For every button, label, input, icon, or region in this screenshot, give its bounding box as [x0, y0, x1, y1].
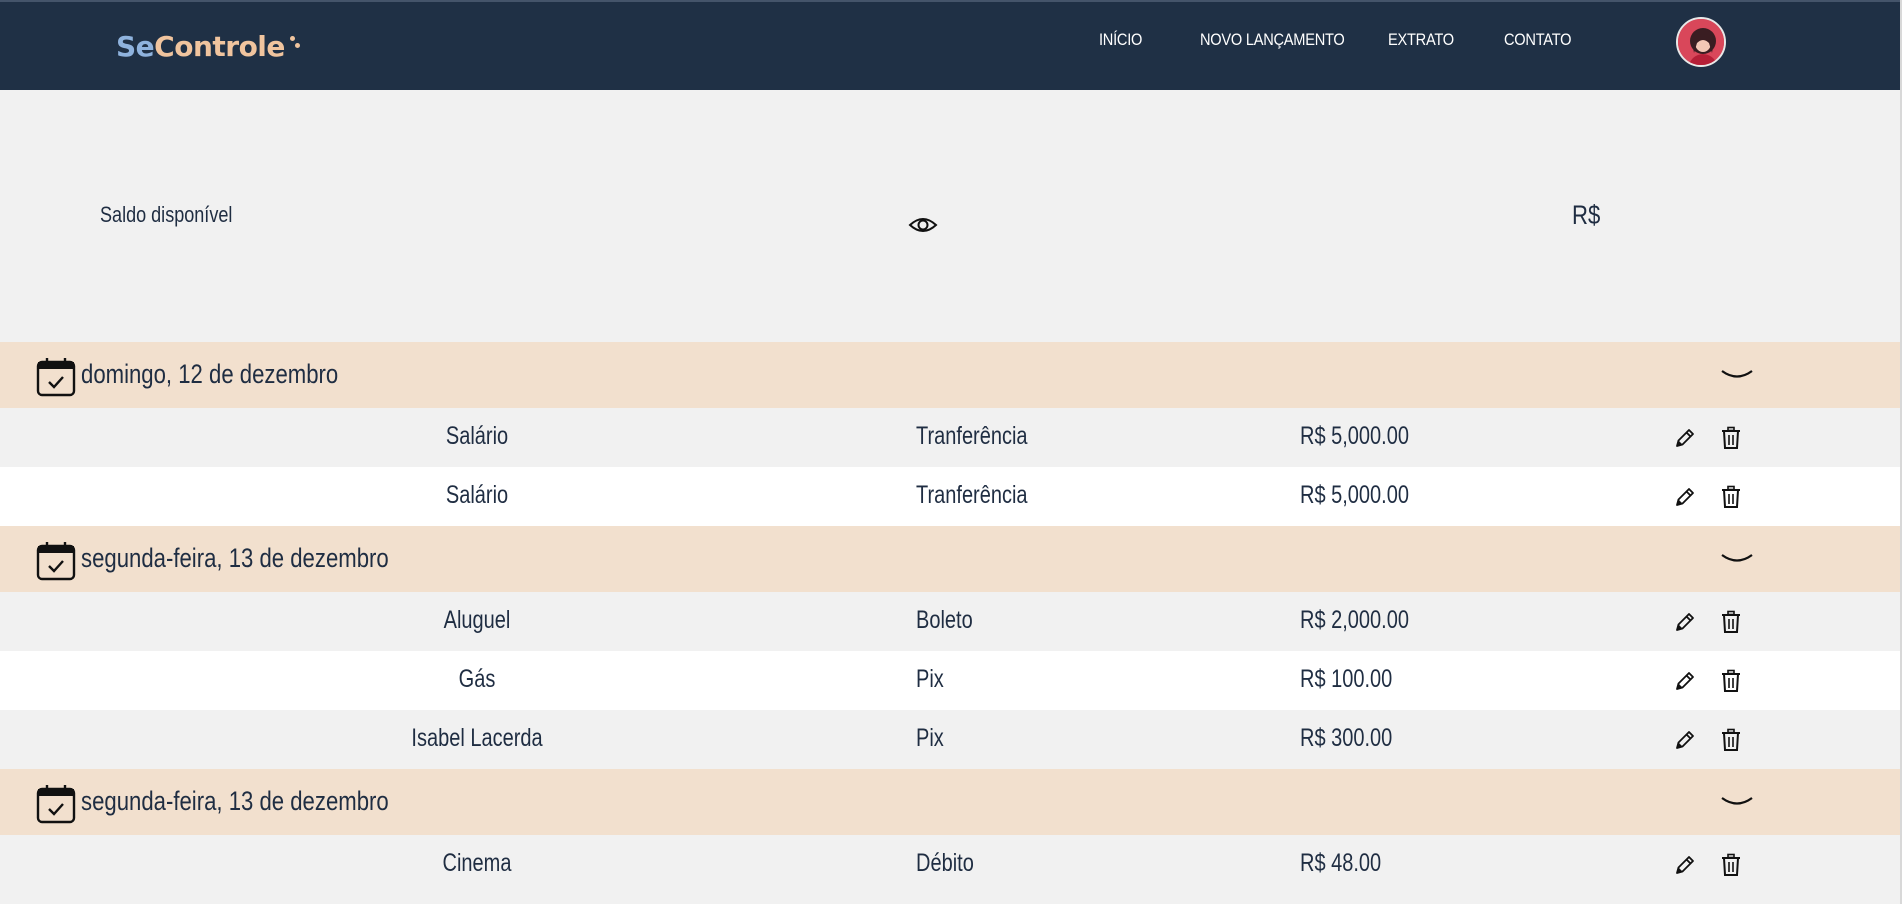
transaction-method: Tranferência — [916, 422, 1028, 450]
pencil-icon — [1676, 613, 1694, 631]
edit-transaction-button[interactable] — [1673, 728, 1697, 752]
pencil-icon — [1676, 856, 1694, 874]
delete-transaction-button[interactable] — [1720, 669, 1742, 693]
top-navbar: Se Controle INÍCIO NOVO LANÇAMENTO EXTRAT… — [0, 0, 1902, 90]
transaction-row: Isabel Lacerda Pix R$ 300.00 — [0, 710, 1902, 769]
transaction-row: Salário Tranferência R$ 5,000.00 — [0, 408, 1902, 467]
edit-transaction-button[interactable] — [1673, 669, 1697, 693]
balance-value: R$ — [1572, 200, 1601, 230]
trash-icon — [1722, 728, 1740, 751]
transaction-amount: R$ 2,000.00 — [1300, 606, 1409, 634]
trash-icon — [1722, 669, 1740, 692]
edit-transaction-button[interactable] — [1673, 485, 1697, 509]
delete-transaction-button[interactable] — [1720, 485, 1742, 509]
delete-transaction-button[interactable] — [1720, 426, 1742, 450]
trash-icon — [1722, 610, 1740, 633]
transaction-method: Pix — [916, 724, 944, 752]
pencil-icon — [1676, 672, 1694, 690]
day-group-header[interactable]: segunda-feira, 13 de dezembro — [0, 526, 1902, 592]
transaction-amount: R$ 5,000.00 — [1300, 481, 1409, 509]
calendar-check-icon — [36, 785, 76, 824]
nav-item-inicio[interactable]: INÍCIO — [1099, 30, 1142, 50]
edit-transaction-button[interactable] — [1673, 853, 1697, 877]
transaction-row: Aluguel Boleto R$ 2,000.00 — [0, 592, 1902, 651]
nav-item-novo-lancamento[interactable]: NOVO LANÇAMENTO — [1200, 30, 1345, 50]
transaction-row: Salário Tranferência R$ 5,000.00 — [0, 467, 1902, 526]
pencil-icon — [1676, 488, 1694, 506]
transaction-amount: R$ 5,000.00 — [1300, 422, 1409, 450]
calendar-check-icon — [36, 358, 76, 397]
user-avatar-icon — [1678, 19, 1724, 65]
balance-label: Saldo disponível — [100, 202, 233, 227]
transaction-amount: R$ 300.00 — [1300, 724, 1393, 752]
pencil-icon — [1676, 731, 1694, 749]
day-group-header[interactable]: segunda-feira, 13 de dezembro — [0, 769, 1902, 835]
eye-icon — [908, 218, 938, 232]
pencil-icon — [1676, 429, 1694, 447]
chevron-down-icon — [1721, 797, 1753, 805]
trash-icon — [1722, 485, 1740, 508]
trash-icon — [1722, 426, 1740, 449]
transaction-amount: R$ 48.00 — [1300, 849, 1382, 877]
toggle-balance-visibility-button[interactable] — [908, 214, 938, 236]
transaction-amount: R$ 100.00 — [1300, 665, 1393, 693]
transaction-method: Pix — [916, 665, 944, 693]
nav-item-extrato[interactable]: EXTRATO — [1388, 30, 1454, 50]
balance-panel: Saldo disponível R$ — [0, 90, 1902, 342]
delete-transaction-button[interactable] — [1720, 853, 1742, 877]
app-page: Se Controle INÍCIO NOVO LANÇAMENTO EXTRAT… — [0, 0, 1902, 904]
main-nav: INÍCIO NOVO LANÇAMENTO EXTRATO CONTATO — [0, 30, 1902, 54]
nav-item-contato[interactable]: CONTATO — [1504, 30, 1571, 50]
delete-transaction-button[interactable] — [1720, 728, 1742, 752]
edit-transaction-button[interactable] — [1673, 426, 1697, 450]
calendar-check-icon — [36, 542, 76, 581]
day-group-header[interactable]: domingo, 12 de dezembro — [0, 342, 1902, 408]
transaction-method: Boleto — [916, 606, 973, 634]
user-avatar[interactable] — [1676, 17, 1726, 67]
transaction-method: Tranferência — [916, 481, 1028, 509]
edit-transaction-button[interactable] — [1673, 610, 1697, 634]
day-group-date: domingo, 12 de dezembro — [81, 359, 339, 389]
chevron-down-icon — [1721, 370, 1753, 378]
delete-transaction-button[interactable] — [1720, 610, 1742, 634]
trash-icon — [1722, 853, 1740, 876]
day-group-date: segunda-feira, 13 de dezembro — [81, 543, 389, 573]
transaction-method: Débito — [916, 849, 974, 877]
chevron-down-icon — [1721, 554, 1753, 562]
transaction-row: Cinema Débito R$ 48.00 — [0, 835, 1902, 894]
transaction-row: Gás Pix R$ 100.00 — [0, 651, 1902, 710]
day-group-date: segunda-feira, 13 de dezembro — [81, 786, 389, 816]
